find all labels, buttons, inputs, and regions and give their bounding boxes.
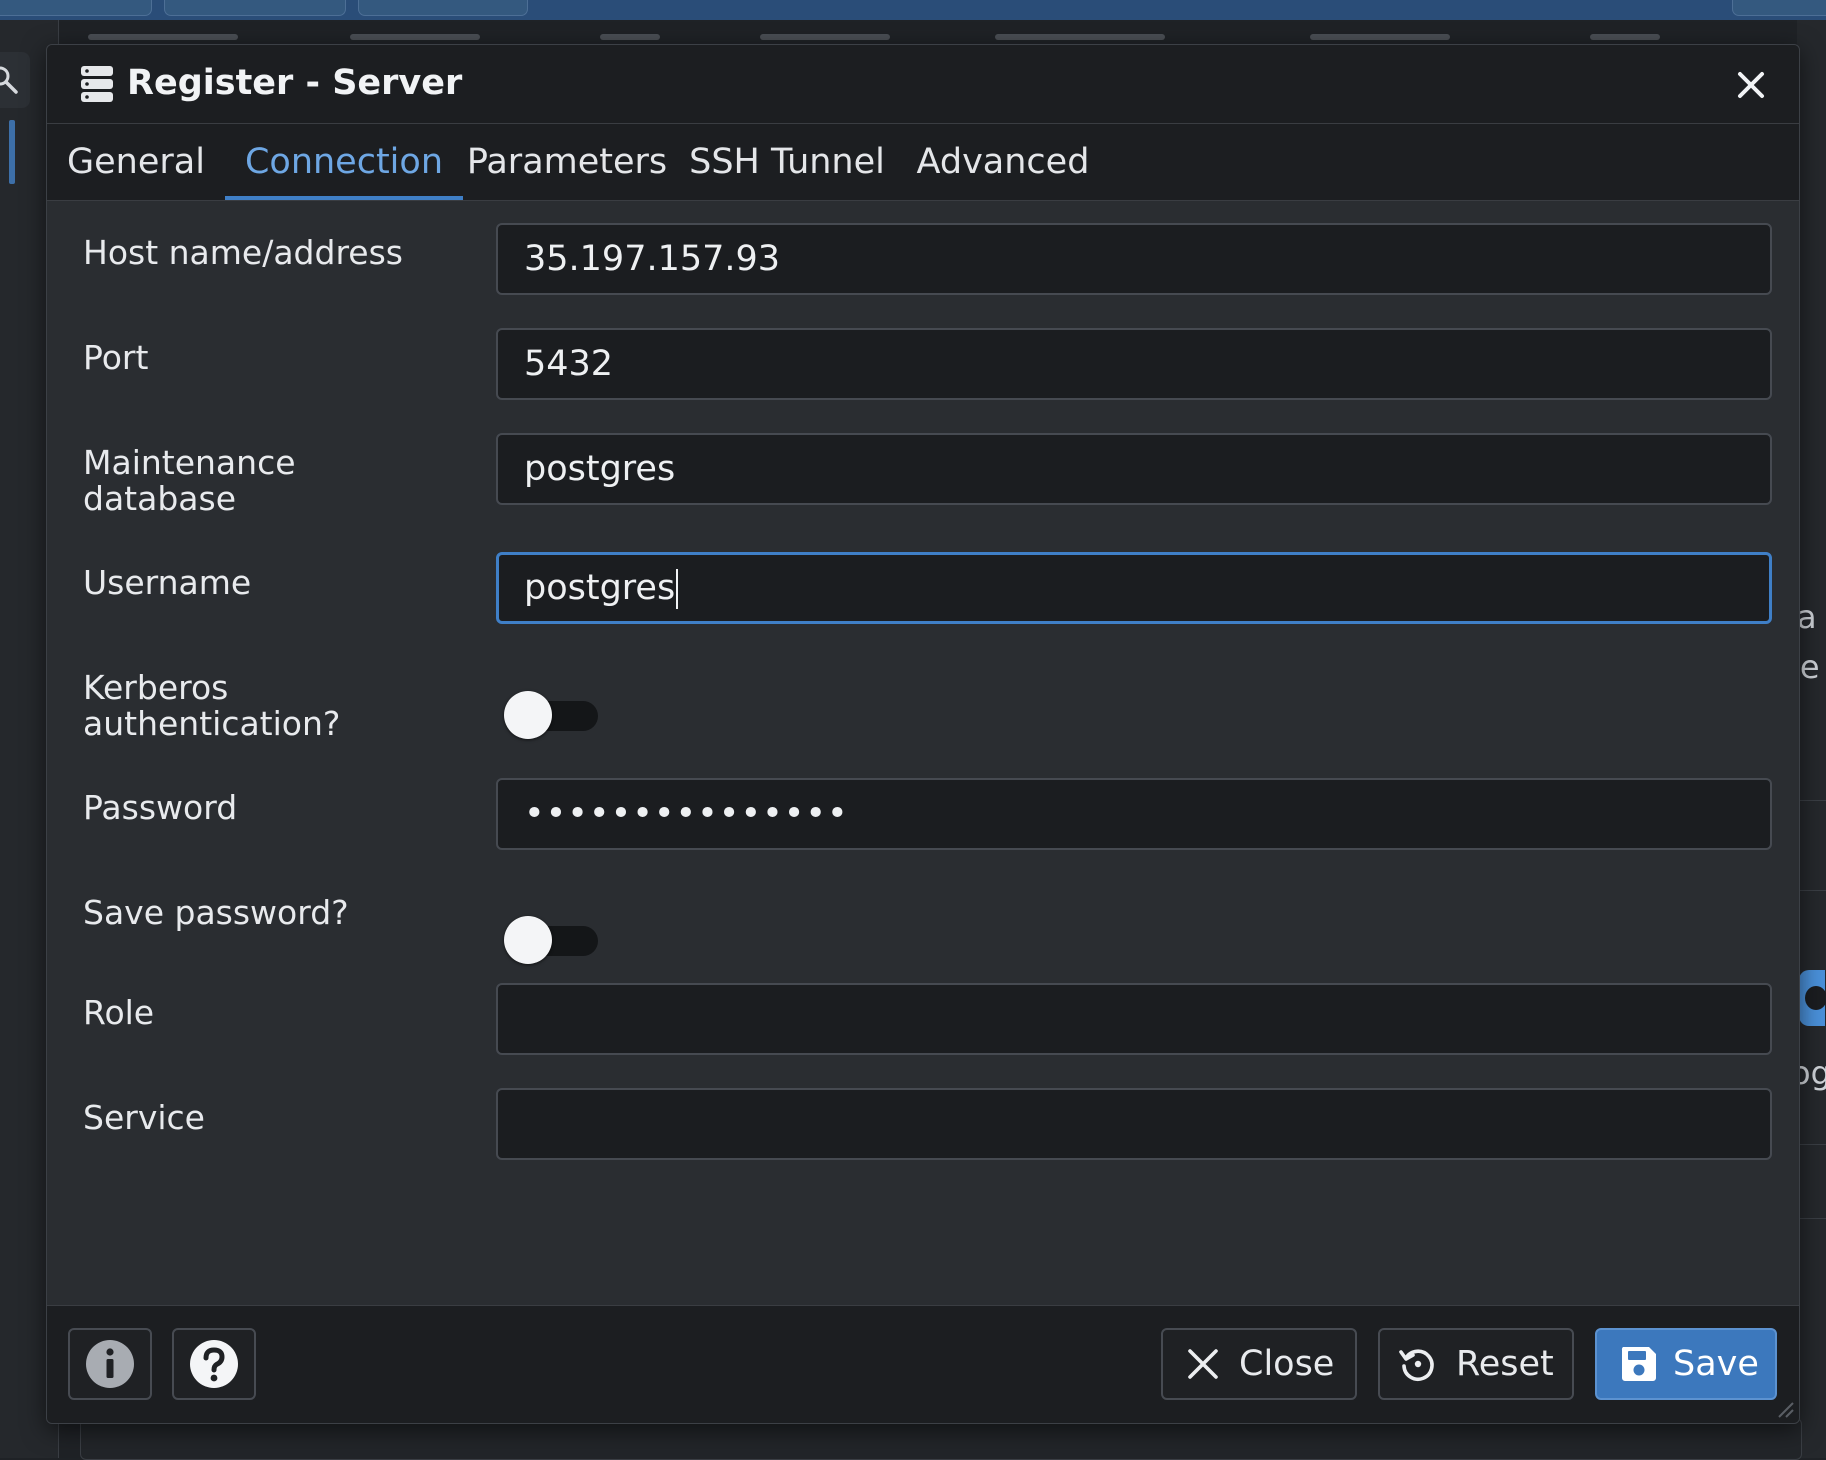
maintenance-database-label: Maintenance database — [83, 445, 296, 517]
app-bottom-panel — [80, 1418, 1802, 1460]
port-input[interactable]: 5432 — [496, 328, 1772, 400]
username-label: Username — [83, 563, 252, 602]
kerberos-toggle[interactable] — [504, 687, 600, 743]
host-label: Host name/address — [83, 233, 403, 272]
info-button[interactable] — [68, 1328, 152, 1400]
dialog-title: Register - Server — [127, 63, 463, 103]
reset-button[interactable]: Reset — [1378, 1328, 1574, 1400]
toggle-thumb — [504, 691, 552, 739]
password-label: Password — [83, 788, 238, 827]
floppy-disk-icon — [1621, 1347, 1656, 1381]
port-label: Port — [83, 338, 149, 377]
tab-ssh-tunnel[interactable]: SSH Tunnel — [671, 124, 903, 200]
kerberos-label-line2: authentication? — [83, 704, 341, 743]
x-icon — [1188, 1349, 1218, 1379]
close-icon[interactable] — [1731, 65, 1771, 105]
app-top-tab[interactable] — [0, 0, 152, 16]
reset-button-label: Reset — [1456, 1344, 1554, 1384]
service-label: Service — [83, 1098, 205, 1137]
username-value: postgres — [524, 568, 676, 608]
register-server-dialog: Register - Server General Connection Par… — [46, 44, 1800, 1424]
reset-icon — [1399, 1349, 1434, 1382]
app-top-bar — [0, 0, 1826, 20]
app-search-button[interactable] — [0, 52, 30, 108]
app-background-icon — [1799, 970, 1826, 1026]
username-input[interactable]: postgres — [496, 552, 1772, 624]
divider — [1797, 1144, 1826, 1145]
help-button[interactable] — [172, 1328, 256, 1400]
resize-grip-icon[interactable] — [1775, 1399, 1795, 1419]
maintenance-database-input[interactable]: postgres — [496, 433, 1772, 505]
role-input[interactable] — [496, 983, 1772, 1055]
search-icon — [0, 66, 18, 94]
maintenance-database-label-line2: database — [83, 479, 236, 518]
tab-connection[interactable]: Connection — [225, 124, 463, 200]
dialog-tabs: General Connection Parameters SSH Tunnel… — [47, 124, 1799, 201]
maintenance-database-label-line1: Maintenance — [83, 443, 296, 482]
tab-general[interactable]: General — [47, 124, 225, 200]
divider — [1797, 800, 1826, 801]
host-input[interactable]: 35.197.157.93 — [496, 223, 1772, 295]
app-top-tab[interactable] — [1732, 0, 1826, 16]
save-password-toggle[interactable] — [504, 912, 600, 968]
server-icon — [81, 66, 113, 102]
info-icon — [86, 1340, 134, 1388]
dialog-footer: Close Reset Save — [47, 1305, 1799, 1423]
toggle-thumb — [504, 916, 552, 964]
tab-advanced[interactable]: Advanced — [903, 124, 1103, 200]
password-input[interactable]: ••••••••••••••• — [496, 778, 1772, 850]
app-top-tab[interactable] — [358, 0, 528, 16]
app-right-panel: a ie og — [1791, 20, 1826, 1458]
text-caret — [676, 569, 679, 609]
close-button-label: Close — [1239, 1344, 1335, 1384]
app-selection-indicator — [9, 120, 15, 184]
tab-parameters[interactable]: Parameters — [463, 124, 671, 200]
kerberos-label: Kerberos authentication? — [83, 670, 340, 742]
divider — [1797, 890, 1826, 891]
save-button[interactable]: Save — [1595, 1328, 1777, 1400]
help-icon — [190, 1340, 238, 1388]
service-input[interactable] — [496, 1088, 1772, 1160]
kerberos-label-line1: Kerberos — [83, 668, 229, 707]
divider — [1797, 1218, 1826, 1219]
dialog-header[interactable]: Register - Server — [47, 45, 1799, 124]
save-password-label: Save password? — [83, 893, 349, 932]
app-top-tab[interactable] — [164, 0, 346, 16]
role-label: Role — [83, 993, 155, 1032]
save-button-label: Save — [1673, 1344, 1759, 1384]
close-button[interactable]: Close — [1161, 1328, 1357, 1400]
